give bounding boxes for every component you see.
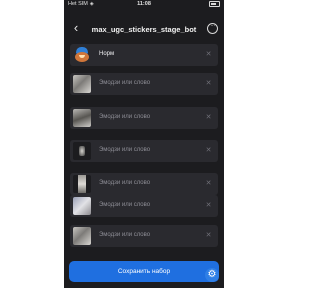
close-icon[interactable]: ✕	[204, 179, 213, 188]
sticker-thumbnail[interactable]	[73, 46, 91, 64]
battery-status	[209, 1, 220, 9]
sticker-thumbnail[interactable]	[73, 109, 91, 127]
status-bar: Het SIM ◈ 11:08	[64, 0, 224, 10]
sticker-row: Эмодзи или слово ✕	[70, 73, 218, 95]
battery-icon	[209, 1, 220, 7]
emoji-input[interactable]: Норм	[99, 51, 114, 57]
chevron-left-icon: ‹	[73, 20, 79, 35]
app-screen: Het SIM ◈ 11:08 ‹ max_ugc_stickers_stage_…	[64, 0, 224, 288]
status-time: 11:08	[137, 1, 151, 7]
close-icon[interactable]: ✕	[204, 79, 213, 88]
close-icon[interactable]: ✕	[204, 201, 213, 210]
more-horizontal-icon: ···	[210, 23, 215, 29]
sticker-thumbnail[interactable]	[73, 175, 91, 193]
sticker-thumbnail[interactable]	[73, 75, 91, 93]
sticker-row: Эмодзи или слово ✕	[70, 195, 218, 217]
close-icon[interactable]: ✕	[204, 231, 213, 240]
sticker-row: Эмодзи или слово ✕	[70, 225, 218, 247]
sticker-thumbnail[interactable]	[73, 227, 91, 245]
sticker-row: Эмодзи или слово ✕	[70, 173, 218, 195]
close-icon[interactable]: ✕	[204, 50, 213, 59]
gear-icon[interactable]: ⚙	[205, 268, 219, 282]
close-icon[interactable]: ✕	[204, 146, 213, 155]
thumbnail-image	[78, 175, 86, 193]
emoji-input[interactable]: Эмодзи или слово	[99, 147, 150, 153]
chat-header: ‹ max_ugc_stickers_stage_bot ···	[64, 18, 224, 40]
page-title: max_ugc_stickers_stage_bot	[91, 25, 197, 34]
save-set-button[interactable]: Сохранить набор	[69, 261, 219, 282]
thumbnail-image	[79, 146, 85, 156]
emoji-input[interactable]: Эмодзи или слово	[99, 180, 150, 186]
sticker-thumbnail[interactable]	[73, 142, 91, 160]
back-button[interactable]: ‹	[70, 20, 82, 35]
sticker-row: Норм ✕	[70, 44, 218, 66]
sticker-row: Эмодзи или слово ✕	[70, 107, 218, 129]
close-icon[interactable]: ✕	[204, 113, 213, 122]
emoji-input[interactable]: Эмодзи или слово	[99, 232, 150, 238]
more-options-button[interactable]: ···	[207, 23, 218, 34]
emoji-input[interactable]: Эмодзи или слово	[99, 114, 150, 120]
sticker-thumbnail[interactable]	[73, 197, 91, 215]
sticker-row: Эмодзи или слово ✕	[70, 140, 218, 162]
emoji-input[interactable]: Эмодзи или слово	[99, 202, 150, 208]
emoji-input[interactable]: Эмодзи или слово	[99, 80, 150, 86]
